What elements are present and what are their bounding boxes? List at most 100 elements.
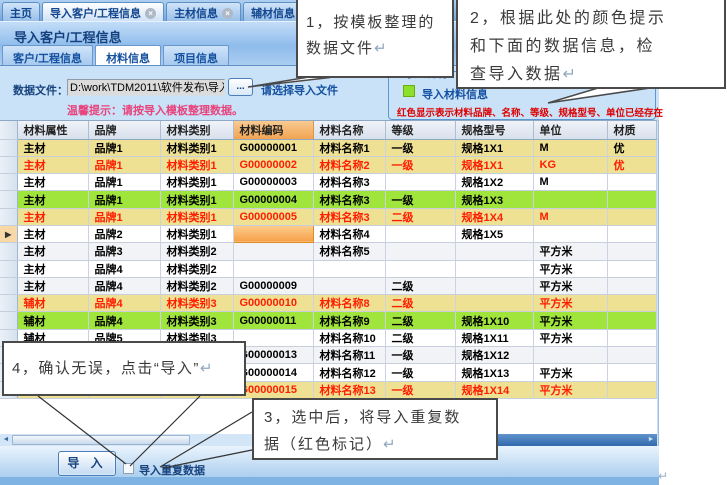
top-tab-1[interactable]: 导入客户/工程信息× [42, 2, 164, 22]
sub-tab-1[interactable]: 材料信息 [95, 45, 161, 65]
grid-cell[interactable]: 材料名称1 [313, 139, 385, 156]
grid-cell[interactable]: 材料类别3 [160, 295, 233, 312]
column-header-5[interactable]: 等级 [385, 121, 455, 139]
grid-cell[interactable]: 主材 [17, 243, 88, 260]
grid-cell[interactable]: 二级 [385, 312, 455, 329]
grid-cell[interactable] [455, 277, 533, 294]
grid-cell[interactable]: 规格1X3 [455, 191, 533, 208]
grid-cell[interactable]: 材料名称5 [313, 243, 385, 260]
grid-cell[interactable]: 材料名称4 [313, 225, 385, 242]
grid-cell[interactable]: 材料类别1 [160, 191, 233, 208]
grid-cell[interactable]: 品牌4 [88, 295, 160, 312]
current-row-marker[interactable]: ▶ [0, 225, 17, 242]
column-header-6[interactable]: 规格型号 [455, 121, 533, 139]
grid-cell[interactable]: 材料类别1 [160, 208, 233, 225]
grid-cell[interactable]: 品牌1 [88, 174, 160, 191]
grid-cell[interactable]: 材料名称3 [313, 208, 385, 225]
grid-cell[interactable]: 品牌4 [88, 277, 160, 294]
grid-cell[interactable]: 材料名称3 [313, 174, 385, 191]
grid-cell[interactable] [607, 381, 656, 398]
grid-cell[interactable]: 材料类别2 [160, 277, 233, 294]
grid-cell[interactable]: 二级 [385, 295, 455, 312]
grid-cell[interactable] [533, 225, 607, 242]
grid-cell[interactable]: 一级 [385, 156, 455, 173]
browse-button[interactable]: ... [228, 78, 253, 96]
grid-cell[interactable] [607, 347, 656, 364]
grid-cell[interactable]: 品牌2 [88, 225, 160, 242]
grid-cell[interactable] [385, 225, 455, 242]
grid-cell[interactable] [233, 260, 313, 277]
grid-cell[interactable]: 品牌1 [88, 156, 160, 173]
grid-cell[interactable]: 材料类别2 [160, 243, 233, 260]
grid-cell[interactable]: 材料类别1 [160, 139, 233, 156]
row-marker[interactable] [0, 208, 17, 225]
grid-cell[interactable]: 品牌1 [88, 191, 160, 208]
grid-cell[interactable]: 品牌4 [88, 260, 160, 277]
grid-cell[interactable]: 材料名称13 [313, 381, 385, 398]
grid-cell[interactable]: G00000001 [233, 139, 313, 156]
column-header-1[interactable]: 品牌 [88, 121, 160, 139]
grid-cell[interactable] [455, 243, 533, 260]
grid-cell[interactable]: G00000009 [233, 277, 313, 294]
grid-cell[interactable]: 主材 [17, 191, 88, 208]
grid-cell[interactable]: 品牌4 [88, 312, 160, 329]
grid-cell[interactable]: 规格1X12 [455, 347, 533, 364]
grid-cell[interactable] [607, 329, 656, 346]
grid-cell[interactable]: 品牌1 [88, 208, 160, 225]
grid-cell[interactable] [607, 364, 656, 381]
row-marker[interactable] [0, 139, 17, 156]
grid-cell[interactable] [607, 277, 656, 294]
top-tab-2[interactable]: 主材信息× [166, 2, 241, 22]
grid-cell[interactable] [233, 243, 313, 260]
grid-cell[interactable]: 辅材 [17, 312, 88, 329]
row-marker[interactable] [0, 191, 17, 208]
grid-cell[interactable] [455, 295, 533, 312]
grid-cell[interactable]: 规格1X4 [455, 208, 533, 225]
grid-cell[interactable] [607, 312, 656, 329]
grid-cell[interactable]: 平方米 [533, 243, 607, 260]
grid-cell[interactable]: 规格1X13 [455, 364, 533, 381]
grid-cell[interactable]: 一级 [385, 139, 455, 156]
grid-cell[interactable]: 规格1X11 [455, 329, 533, 346]
row-marker[interactable] [0, 243, 17, 260]
grid-cell[interactable]: 材料名称9 [313, 312, 385, 329]
grid-cell[interactable]: M [533, 174, 607, 191]
grid-cell[interactable]: 一级 [385, 191, 455, 208]
grid-cell[interactable]: 平方米 [533, 295, 607, 312]
grid-cell[interactable]: 平方米 [533, 364, 607, 381]
grid-cell[interactable]: 平方米 [533, 381, 607, 398]
selected-cell[interactable] [233, 225, 313, 242]
grid-cell[interactable]: M [533, 139, 607, 156]
grid-cell[interactable]: 主材 [17, 139, 88, 156]
grid-cell[interactable]: 主材 [17, 277, 88, 294]
grid-cell[interactable]: 规格1X1 [455, 156, 533, 173]
grid-cell[interactable]: G00000011 [233, 312, 313, 329]
scrollbar-thumb[interactable] [12, 435, 190, 445]
grid-cell[interactable] [607, 191, 656, 208]
grid-cell[interactable]: M [533, 208, 607, 225]
grid-cell[interactable]: 材料类别1 [160, 156, 233, 173]
grid-cell[interactable]: 一级 [385, 347, 455, 364]
grid-cell[interactable]: 主材 [17, 225, 88, 242]
grid-cell[interactable]: 平方米 [533, 312, 607, 329]
grid-cell[interactable]: 材料名称2 [313, 156, 385, 173]
select-all-corner[interactable] [0, 121, 17, 139]
sub-tab-0[interactable]: 客户/工程信息 [2, 45, 93, 65]
grid-cell[interactable]: 二级 [385, 329, 455, 346]
grid-cell[interactable]: 主材 [17, 260, 88, 277]
grid-cell[interactable]: 材料类别1 [160, 174, 233, 191]
row-marker[interactable] [0, 174, 17, 191]
import-duplicates-checkbox[interactable] [123, 463, 134, 474]
row-marker[interactable] [0, 156, 17, 173]
grid-cell[interactable]: G00000004 [233, 191, 313, 208]
grid-cell[interactable]: 优 [607, 156, 656, 173]
top-tab-0[interactable]: 主页 [2, 2, 40, 22]
scroll-right-arrow-icon[interactable]: ► [645, 434, 657, 446]
grid-cell[interactable]: KG [533, 156, 607, 173]
grid-cell[interactable]: 一级 [385, 364, 455, 381]
grid-cell[interactable]: 规格1X14 [455, 381, 533, 398]
data-file-input[interactable]: D:\work\TDM2011\软件发布\导入数据模板\材料 [67, 79, 225, 96]
grid-cell[interactable]: 材料类别1 [160, 225, 233, 242]
row-marker[interactable] [0, 260, 17, 277]
grid-cell[interactable]: 二级 [385, 277, 455, 294]
